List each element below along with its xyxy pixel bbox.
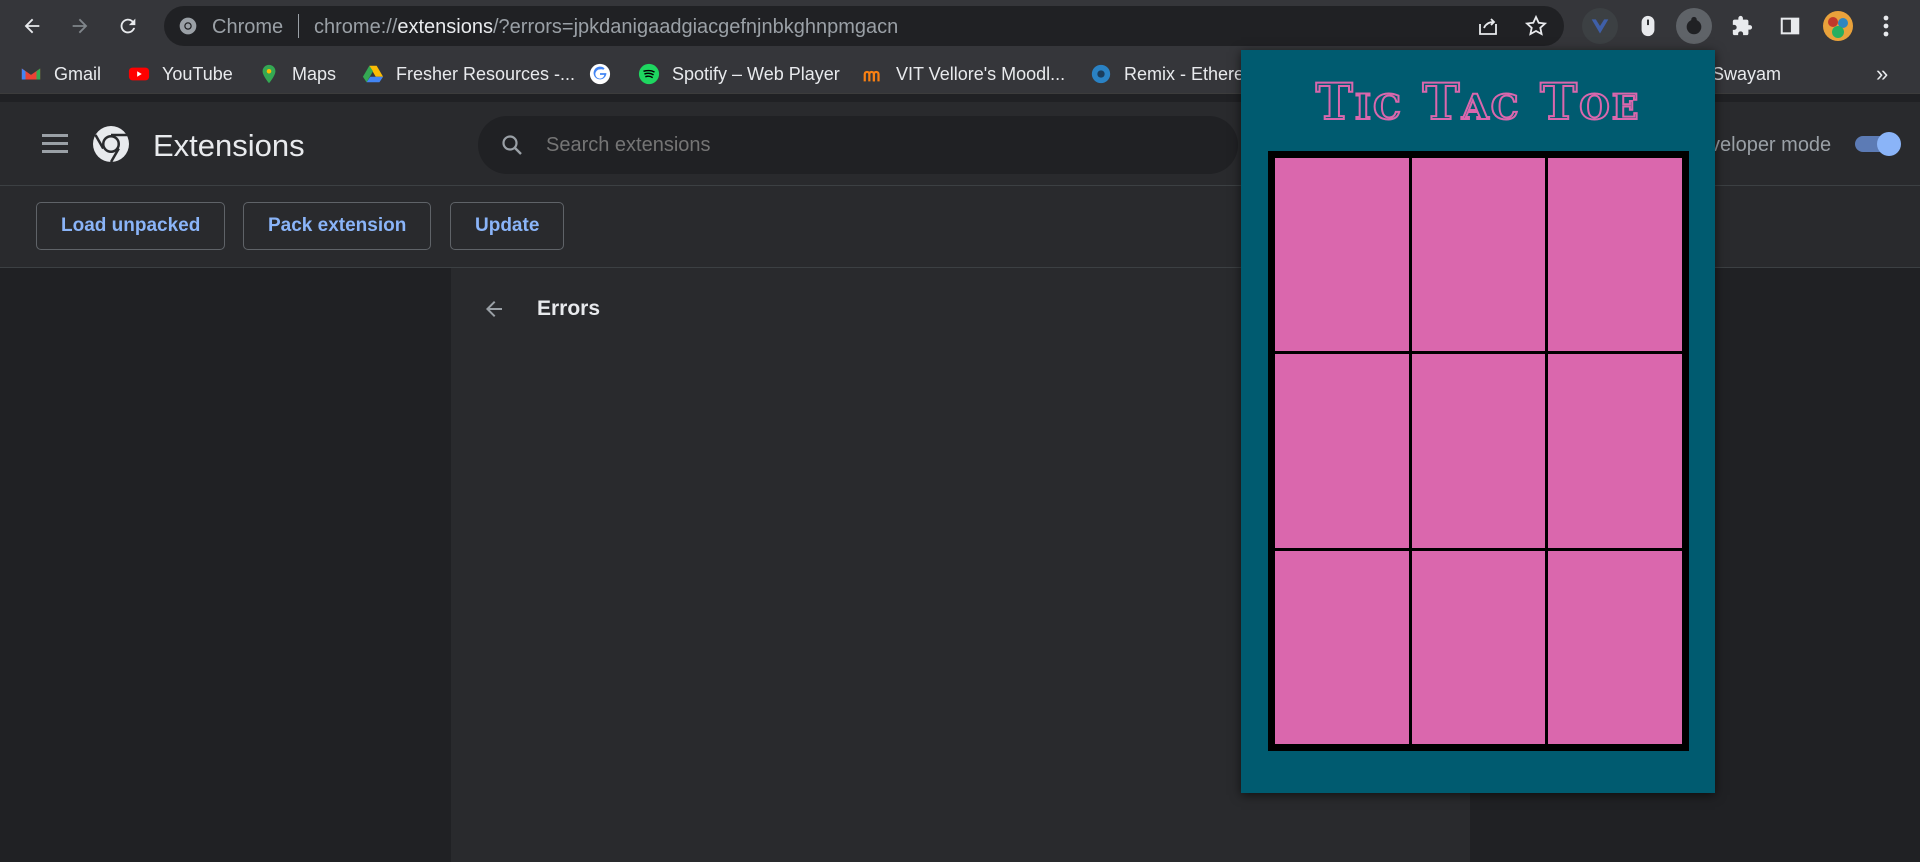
load-unpacked-button[interactable]: Load unpacked xyxy=(36,202,226,250)
spotify-icon xyxy=(638,63,660,85)
extension-popup: Tic Tac Toe xyxy=(1241,50,1715,793)
board-cell-1[interactable] xyxy=(1275,158,1409,352)
board-cell-6[interactable] xyxy=(1548,354,1682,548)
forward-button[interactable] xyxy=(64,10,96,42)
extension-vue-button[interactable] xyxy=(1582,8,1618,44)
arrow-left-icon xyxy=(24,18,40,34)
errors-heading: Errors xyxy=(537,297,601,320)
search-bar[interactable] xyxy=(478,116,1238,174)
board-cell-8[interactable] xyxy=(1411,550,1546,744)
url-scheme: chrome:// xyxy=(314,16,398,38)
moodle-icon xyxy=(863,70,880,82)
mouse-icon xyxy=(1641,15,1655,37)
reload-button[interactable] xyxy=(112,10,144,42)
puzzle-icon xyxy=(1732,15,1753,36)
bookmark-swayam[interactable]: Swayam xyxy=(1712,62,1781,86)
bookmark-label: Spotify – Web Player xyxy=(672,63,840,84)
bookmark-remix[interactable]: Remix - Ethere xyxy=(1090,62,1244,86)
address-bar[interactable]: Chrome chrome://extensions/?errors=jpkda… xyxy=(164,6,1564,46)
update-button[interactable]: Update xyxy=(450,202,565,250)
pack-extension-button[interactable]: Pack extension xyxy=(243,202,432,250)
avatar xyxy=(1823,11,1853,41)
bookmark-star-icon[interactable] xyxy=(1524,14,1548,38)
gmail-icon xyxy=(21,68,41,80)
bookmark-label: Fresher Resources -... xyxy=(396,63,576,84)
bookmark-label: Remix - Ethere xyxy=(1124,63,1245,84)
bookmark-label: Gmail xyxy=(54,63,102,84)
url-text[interactable]: chrome://extensions/?errors=jpkdanigaadg… xyxy=(314,16,898,39)
kebab-menu-icon xyxy=(1883,15,1889,37)
bookmark-label: Swayam xyxy=(1712,63,1782,84)
profile-button[interactable] xyxy=(1820,8,1856,44)
board-cell-9[interactable] xyxy=(1548,550,1682,744)
toggle-knob xyxy=(1877,132,1901,156)
maps-icon xyxy=(262,64,276,84)
bookmark-google[interactable] xyxy=(589,62,623,86)
share-icon[interactable] xyxy=(1476,14,1500,38)
remix-icon xyxy=(1091,64,1111,84)
chrome-logo-icon xyxy=(93,126,129,163)
omnibox-divider xyxy=(298,14,299,38)
bookmark-label: Maps xyxy=(292,63,337,84)
extension-tictactoe-button[interactable] xyxy=(1676,8,1712,44)
google-icon xyxy=(589,63,611,85)
arrow-left-icon[interactable] xyxy=(482,297,506,321)
url-query: /?errors=jpkdanigaadgiacgefnjnbkghnpmgac… xyxy=(492,16,899,38)
board-cell-2[interactable] xyxy=(1411,158,1546,352)
extensions-menu-button[interactable] xyxy=(1724,8,1760,44)
developer-mode-toggle[interactable] xyxy=(1855,132,1901,156)
drive-icon xyxy=(362,65,384,83)
bookmarks-overflow-button[interactable]: » xyxy=(1876,61,1889,86)
vue-icon xyxy=(1591,19,1609,34)
chrome-site-icon xyxy=(179,17,197,35)
bookmark-maps[interactable]: Maps xyxy=(258,62,336,86)
url-host: extensions xyxy=(397,16,493,38)
reload-icon xyxy=(120,18,136,34)
page-title: Extensions xyxy=(153,128,305,163)
side-panel-icon xyxy=(1780,17,1800,35)
side-panel-button[interactable] xyxy=(1772,8,1808,44)
chevron-double-right-icon: » xyxy=(1876,61,1889,86)
back-button[interactable] xyxy=(16,10,48,42)
hamburger-menu-icon[interactable] xyxy=(42,134,68,154)
chrome-menu-button[interactable] xyxy=(1868,8,1904,44)
puzzle-dark-icon xyxy=(1686,16,1702,35)
board-cell-5[interactable] xyxy=(1411,354,1546,548)
game-title: Tic Tac Toe xyxy=(1315,71,1641,132)
game-board xyxy=(1268,151,1689,751)
board-cell-3[interactable] xyxy=(1548,158,1682,352)
board-cell-4[interactable] xyxy=(1275,354,1409,548)
bookmark-gmail[interactable]: Gmail xyxy=(20,62,101,86)
browser-toolbar: Chrome chrome://extensions/?errors=jpkda… xyxy=(0,0,1920,52)
arrow-right-icon xyxy=(72,18,88,34)
site-chip-label: Chrome xyxy=(212,16,284,38)
bookmark-fresher-resources[interactable]: Fresher Resources -... xyxy=(362,62,575,86)
board-cell-7[interactable] xyxy=(1275,550,1409,744)
search-input[interactable] xyxy=(546,134,1106,157)
extension-mouse-button[interactable] xyxy=(1630,8,1666,44)
developer-mode-label: veloper mode xyxy=(1710,134,1832,156)
search-icon xyxy=(502,135,522,155)
youtube-icon xyxy=(128,67,150,81)
bookmark-label: VIT Vellore's Moodl... xyxy=(896,63,1066,84)
bookmark-label: YouTube xyxy=(162,63,233,84)
bookmark-youtube[interactable]: YouTube xyxy=(128,62,233,86)
bookmark-spotify[interactable]: Spotify – Web Player xyxy=(638,62,840,86)
bookmark-vit-moodle[interactable]: VIT Vellore's Moodl... xyxy=(862,62,1065,86)
